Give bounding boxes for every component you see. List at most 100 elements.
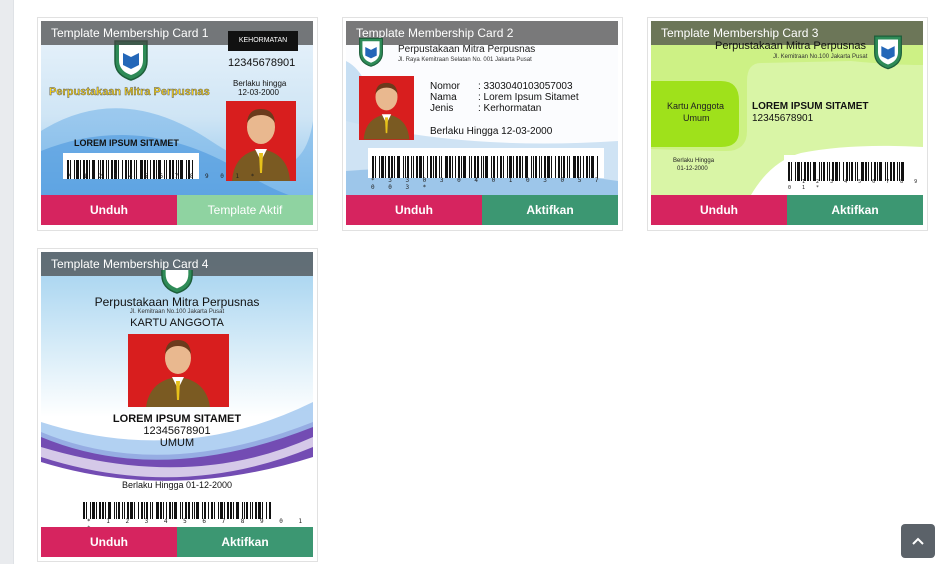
- barcode-bar: [586, 156, 588, 178]
- barcode-bar: [391, 156, 393, 178]
- barcode-bar: [379, 156, 380, 178]
- barcode-bar: [427, 156, 428, 178]
- library-address: Jl. Kemitraan No.100 Jakarta Pusat: [773, 54, 868, 60]
- barcode-bar: [83, 501, 85, 519]
- barcode-bar: [246, 501, 248, 519]
- barcode-bar: [493, 156, 495, 178]
- barcode-bar: [589, 156, 590, 178]
- barcode-bar: [124, 501, 125, 519]
- barcode-bar: [569, 156, 570, 178]
- member-name: LOREM IPSUM SITAMET: [752, 101, 869, 112]
- barcode: [784, 155, 912, 181]
- barcode-bar: [208, 501, 209, 519]
- template-card-1: Template Membership Card 1 Perpustakaan …: [37, 17, 318, 231]
- barcode-bar: [580, 156, 581, 178]
- barcode-bar: [439, 156, 440, 178]
- scroll-top-button[interactable]: [901, 524, 935, 558]
- barcode-bar: [452, 156, 453, 178]
- barcode-bar: [541, 156, 542, 178]
- member-photo: [359, 76, 414, 140]
- member-name: LOREM IPSUM SITAMET: [74, 138, 179, 148]
- member-number: 12345678901: [752, 113, 814, 124]
- barcode-bar: [469, 156, 470, 178]
- activate-button[interactable]: Aktifkan: [482, 195, 618, 225]
- barcode-bar: [509, 156, 512, 178]
- barcode-bar: [563, 156, 565, 178]
- barcode-bar: [461, 156, 462, 178]
- barcode-bar: [269, 501, 271, 519]
- barcode-bar: [134, 501, 135, 519]
- barcode-bar: [227, 501, 229, 519]
- barcode: [79, 495, 277, 519]
- download-button[interactable]: Unduh: [346, 195, 482, 225]
- barcode-bar: [156, 501, 159, 519]
- barcode-bar: [533, 156, 534, 178]
- card-actions: Unduh Aktifkan: [651, 195, 923, 225]
- barcode-bar: [522, 156, 523, 178]
- barcode-bar: [163, 501, 164, 519]
- barcode-bar: [180, 501, 181, 519]
- activate-button[interactable]: Aktifkan: [177, 527, 313, 557]
- person-avatar-icon: [363, 82, 410, 140]
- barcode-bar: [90, 501, 91, 519]
- barcode-bar: [567, 156, 568, 178]
- barcode-bar: [92, 501, 95, 519]
- download-button[interactable]: Unduh: [651, 195, 787, 225]
- barcode-bar: [381, 156, 384, 178]
- library-name: Perpustakaan Mitra Perpusnas: [49, 86, 210, 98]
- barcode-bar: [152, 501, 153, 519]
- barcode-bar: [430, 156, 432, 178]
- barcode-bar: [105, 501, 106, 519]
- card-heading: KARTU ANGGOTA: [130, 317, 224, 329]
- activate-button[interactable]: Aktifkan: [787, 195, 923, 225]
- library-logo-icon: [874, 35, 902, 70]
- barcode-bar: [185, 501, 187, 519]
- library-name: Perpustakaan Mitra Perpusnas: [94, 295, 260, 309]
- template-card-3: Template Membership Card 3 Perpustakaan …: [647, 17, 928, 231]
- barcode-bar: [224, 501, 225, 519]
- barcode-bar: [455, 156, 456, 178]
- barcode-bar: [407, 156, 409, 178]
- field-label-number: Nomor: [430, 81, 461, 92]
- barcode-bar: [214, 501, 215, 519]
- barcode-bar: [507, 156, 508, 178]
- barcode-bar: [416, 156, 418, 178]
- barcode-bar: [423, 156, 424, 178]
- download-button[interactable]: Unduh: [41, 195, 177, 225]
- barcode-bar: [577, 156, 579, 178]
- card-actions: Unduh Aktifkan: [346, 195, 618, 225]
- download-button[interactable]: Unduh: [41, 527, 177, 557]
- barcode-bar: [558, 156, 560, 178]
- library-logo-icon: [114, 40, 148, 81]
- barcode-bar: [252, 501, 253, 519]
- barcode-digits: * 1 2 3 4 5 6 7 8 9 0 1 *: [788, 179, 922, 191]
- barcode-bar: [539, 156, 540, 178]
- library-name: Perpustakaan Mitra Perpusnas: [715, 40, 867, 52]
- barcode-bar: [266, 501, 267, 519]
- barcode-bar: [403, 156, 404, 178]
- barcode-bar: [258, 501, 261, 519]
- library-logo-icon: [359, 37, 383, 67]
- card-preview-1: Template Membership Card 1 Perpustakaan …: [41, 21, 313, 195]
- barcode-digits: * 1 2 3 4 5 6 7 8 9 0 1 *: [68, 173, 259, 180]
- member-type: Kartu Anggota: [667, 101, 725, 111]
- active-template-button[interactable]: Template Aktif: [177, 195, 313, 225]
- barcode-bar: [146, 501, 148, 519]
- barcode-bar: [160, 501, 162, 519]
- barcode-bar: [503, 156, 504, 178]
- member-photo: [128, 334, 229, 407]
- barcode-bar: [204, 501, 206, 519]
- left-rail: [0, 0, 14, 564]
- barcode-bar: [130, 501, 133, 519]
- barcode-bar: [372, 156, 374, 178]
- barcode-bar: [220, 501, 223, 519]
- field-label-name: Nama: [430, 92, 457, 103]
- card-actions: Unduh Template Aktif: [41, 195, 313, 225]
- field-value-type: : Kerhormatan: [478, 103, 542, 114]
- barcode-bar: [481, 156, 482, 178]
- barcode-bar: [102, 501, 104, 519]
- barcode-bar: [413, 156, 414, 178]
- barcode-bar: [463, 156, 466, 178]
- valid-date: 12-03-2000: [238, 88, 279, 97]
- barcode-bar: [255, 501, 257, 519]
